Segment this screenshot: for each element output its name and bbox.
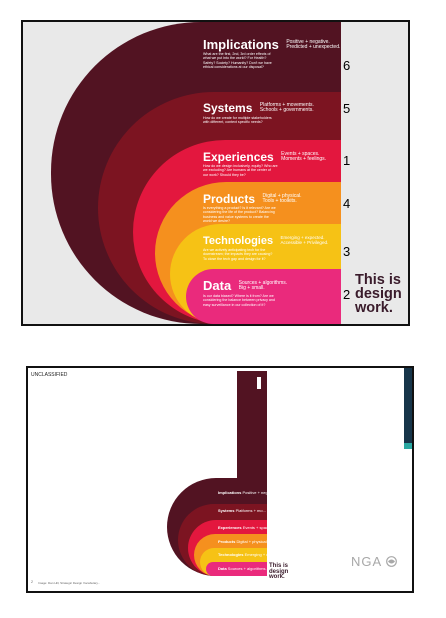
edge-strip-teal [404, 443, 412, 449]
design-work-tagline: This is design work. [355, 272, 402, 316]
layer-technologies-description: Are we actively anticipating tech for th… [203, 248, 273, 261]
layer-data-label: Data Sources + algorithms. Big + small. [203, 278, 288, 294]
mini-products-label: Products Digital + physical. [218, 539, 268, 545]
nga-logo: NGA [351, 554, 397, 569]
layer-products-number: 4 [343, 196, 351, 211]
page-number: 2 [31, 580, 33, 584]
design-layers-slide: Implications Positive + negative. Predict… [21, 20, 410, 326]
mini-implications-label: Implications Positive + negative. [218, 490, 278, 496]
nga-slide: UNCLASSIFIED Implications Positive + neg… [26, 366, 414, 593]
layer-systems-label: Systems Platforms + movements. Schools + … [203, 100, 314, 115]
layer-technologies-number: 3 [343, 244, 351, 259]
footer-caption: Image: Dan Hill, Strategic Design Vocabu… [38, 581, 101, 585]
mini-technologies-label: Technologies Emerging + expected. [218, 552, 284, 558]
mini-design-work-tagline: This is design work. [269, 563, 289, 581]
layer-systems-number: 5 [343, 101, 351, 116]
layer-data-description: Is our data biased? Where is it from? Ar… [203, 294, 275, 307]
mini-experiences-label: Experiences Events + spaces. [218, 525, 274, 531]
layer-implications-number: 6 [343, 58, 351, 73]
classification-header: UNCLASSIFIED [31, 372, 68, 378]
layer-implications-description: What are the first, 2nd, 3rd order effec… [203, 52, 272, 70]
layer-experiences-description: How do we design inclusively, equity? Wh… [203, 164, 278, 177]
bar-marker [257, 377, 261, 389]
layer-experiences-number: 1 [343, 153, 351, 168]
mini-data-label: Data Sources + algorithms. [218, 566, 267, 572]
edge-strip-navy [404, 368, 412, 443]
mini-systems-label: Systems Platforms + mo... [218, 508, 266, 514]
layer-products-description: Is everything a product? Is it relevant?… [203, 206, 276, 224]
layer-data-number: 2 [343, 287, 351, 302]
globe-icon [386, 556, 397, 567]
layer-systems-description: How do we create for multiple stakeholde… [203, 116, 272, 125]
